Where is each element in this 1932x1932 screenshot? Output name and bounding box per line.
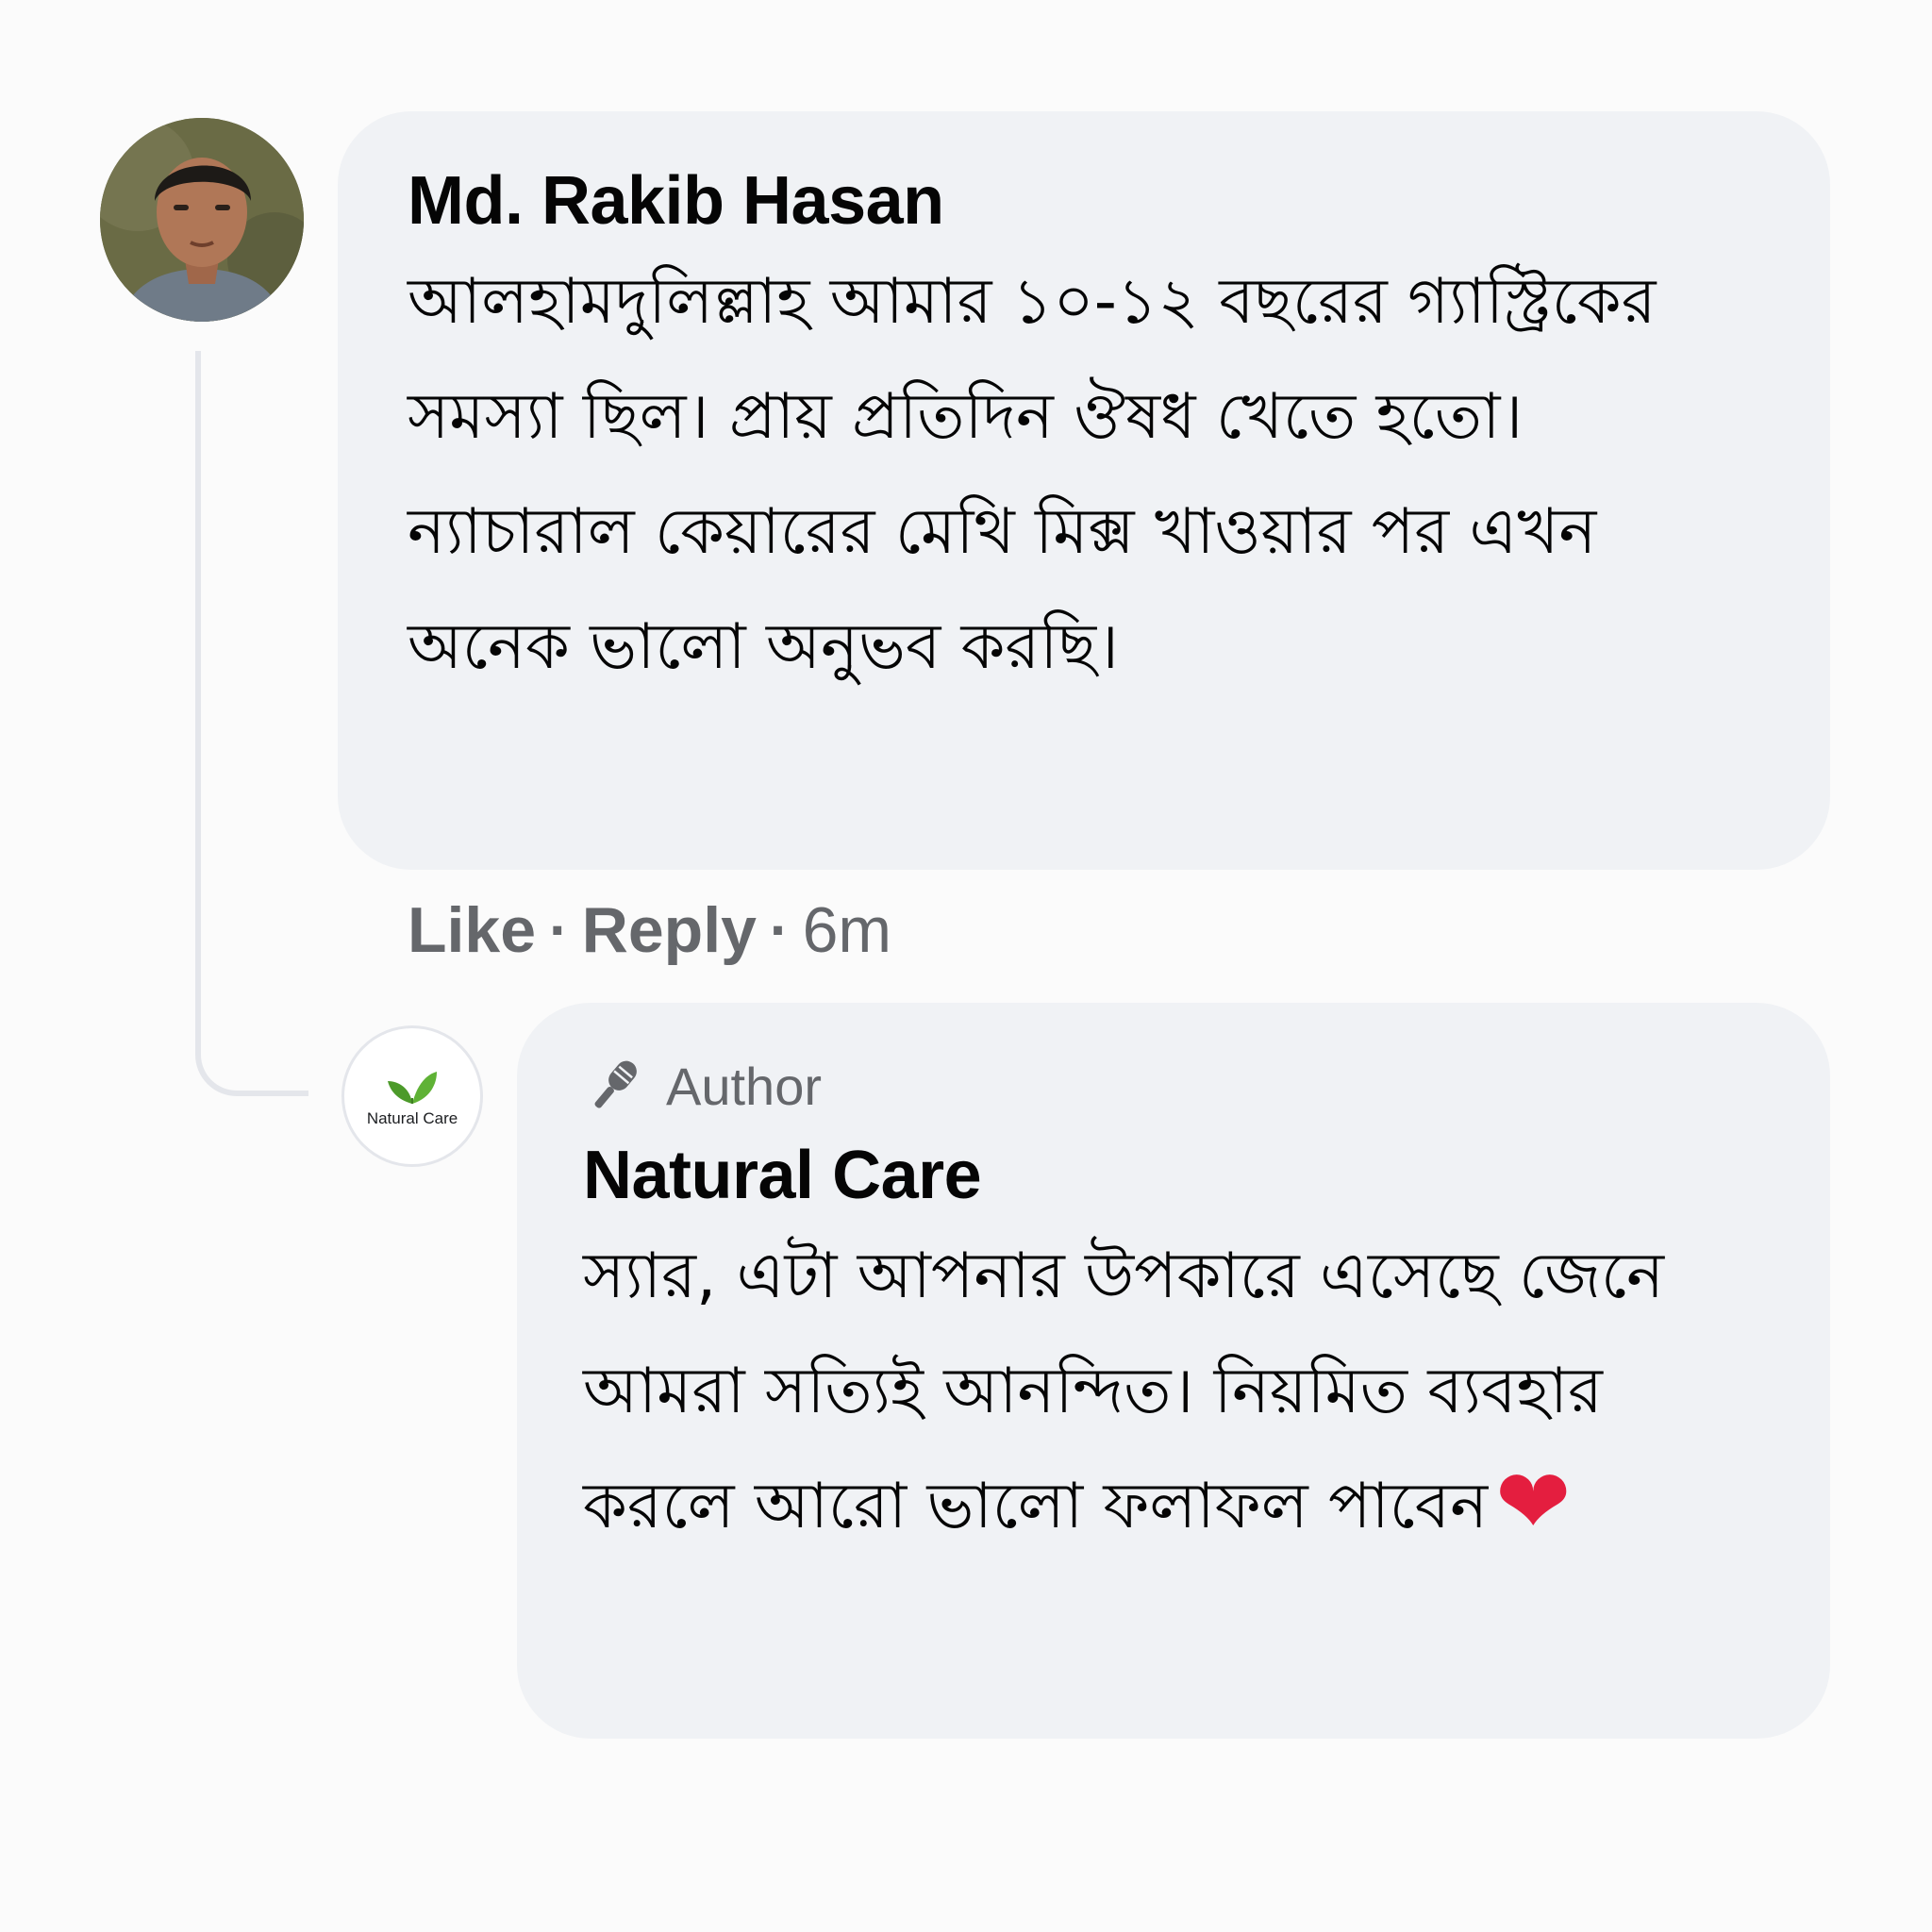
commenter-name[interactable]: Md. Rakib Hasan bbox=[408, 160, 1755, 242]
comment-timestamp[interactable]: 6m bbox=[803, 893, 891, 967]
commenter-avatar[interactable] bbox=[100, 118, 304, 322]
comment-bubble: Md. Rakib Hasan আলহামদুলিল্লাহ আমার ১০-১… bbox=[338, 111, 1830, 870]
reply-bubble: Author Natural Care স্যার, এটা আপনার উপক… bbox=[517, 1003, 1830, 1739]
like-button[interactable]: Like bbox=[408, 893, 536, 967]
reply-text: স্যার, এটা আপনার উপকারে এসেছে জেনে আমরা … bbox=[583, 1218, 1774, 1563]
leaf-logo-icon bbox=[388, 1072, 437, 1104]
reply-author-name[interactable]: Natural Care bbox=[583, 1135, 1774, 1216]
page-avatar-natural-care[interactable]: Natural Care bbox=[341, 1025, 483, 1167]
microphone-icon bbox=[594, 1060, 637, 1108]
separator-dot: · bbox=[549, 897, 569, 963]
comment-text: আলহামদুলিল্লাহ আমার ১০-১২ বছরের গ্যাস্ট্… bbox=[408, 264, 1657, 683]
comment-actions: Like · Reply · 6m bbox=[408, 891, 891, 970]
reply-button[interactable]: Reply bbox=[582, 893, 757, 967]
author-badge-label: Author bbox=[666, 1056, 822, 1116]
profile-photo bbox=[100, 118, 304, 322]
separator-dot: · bbox=[769, 897, 790, 963]
author-badge: Author bbox=[583, 1052, 1774, 1120]
thread-connector-line bbox=[195, 351, 308, 1096]
heart-emoji-icon: ❤ bbox=[1495, 1449, 1572, 1555]
brand-logo-text: Natural Care bbox=[366, 1109, 458, 1127]
